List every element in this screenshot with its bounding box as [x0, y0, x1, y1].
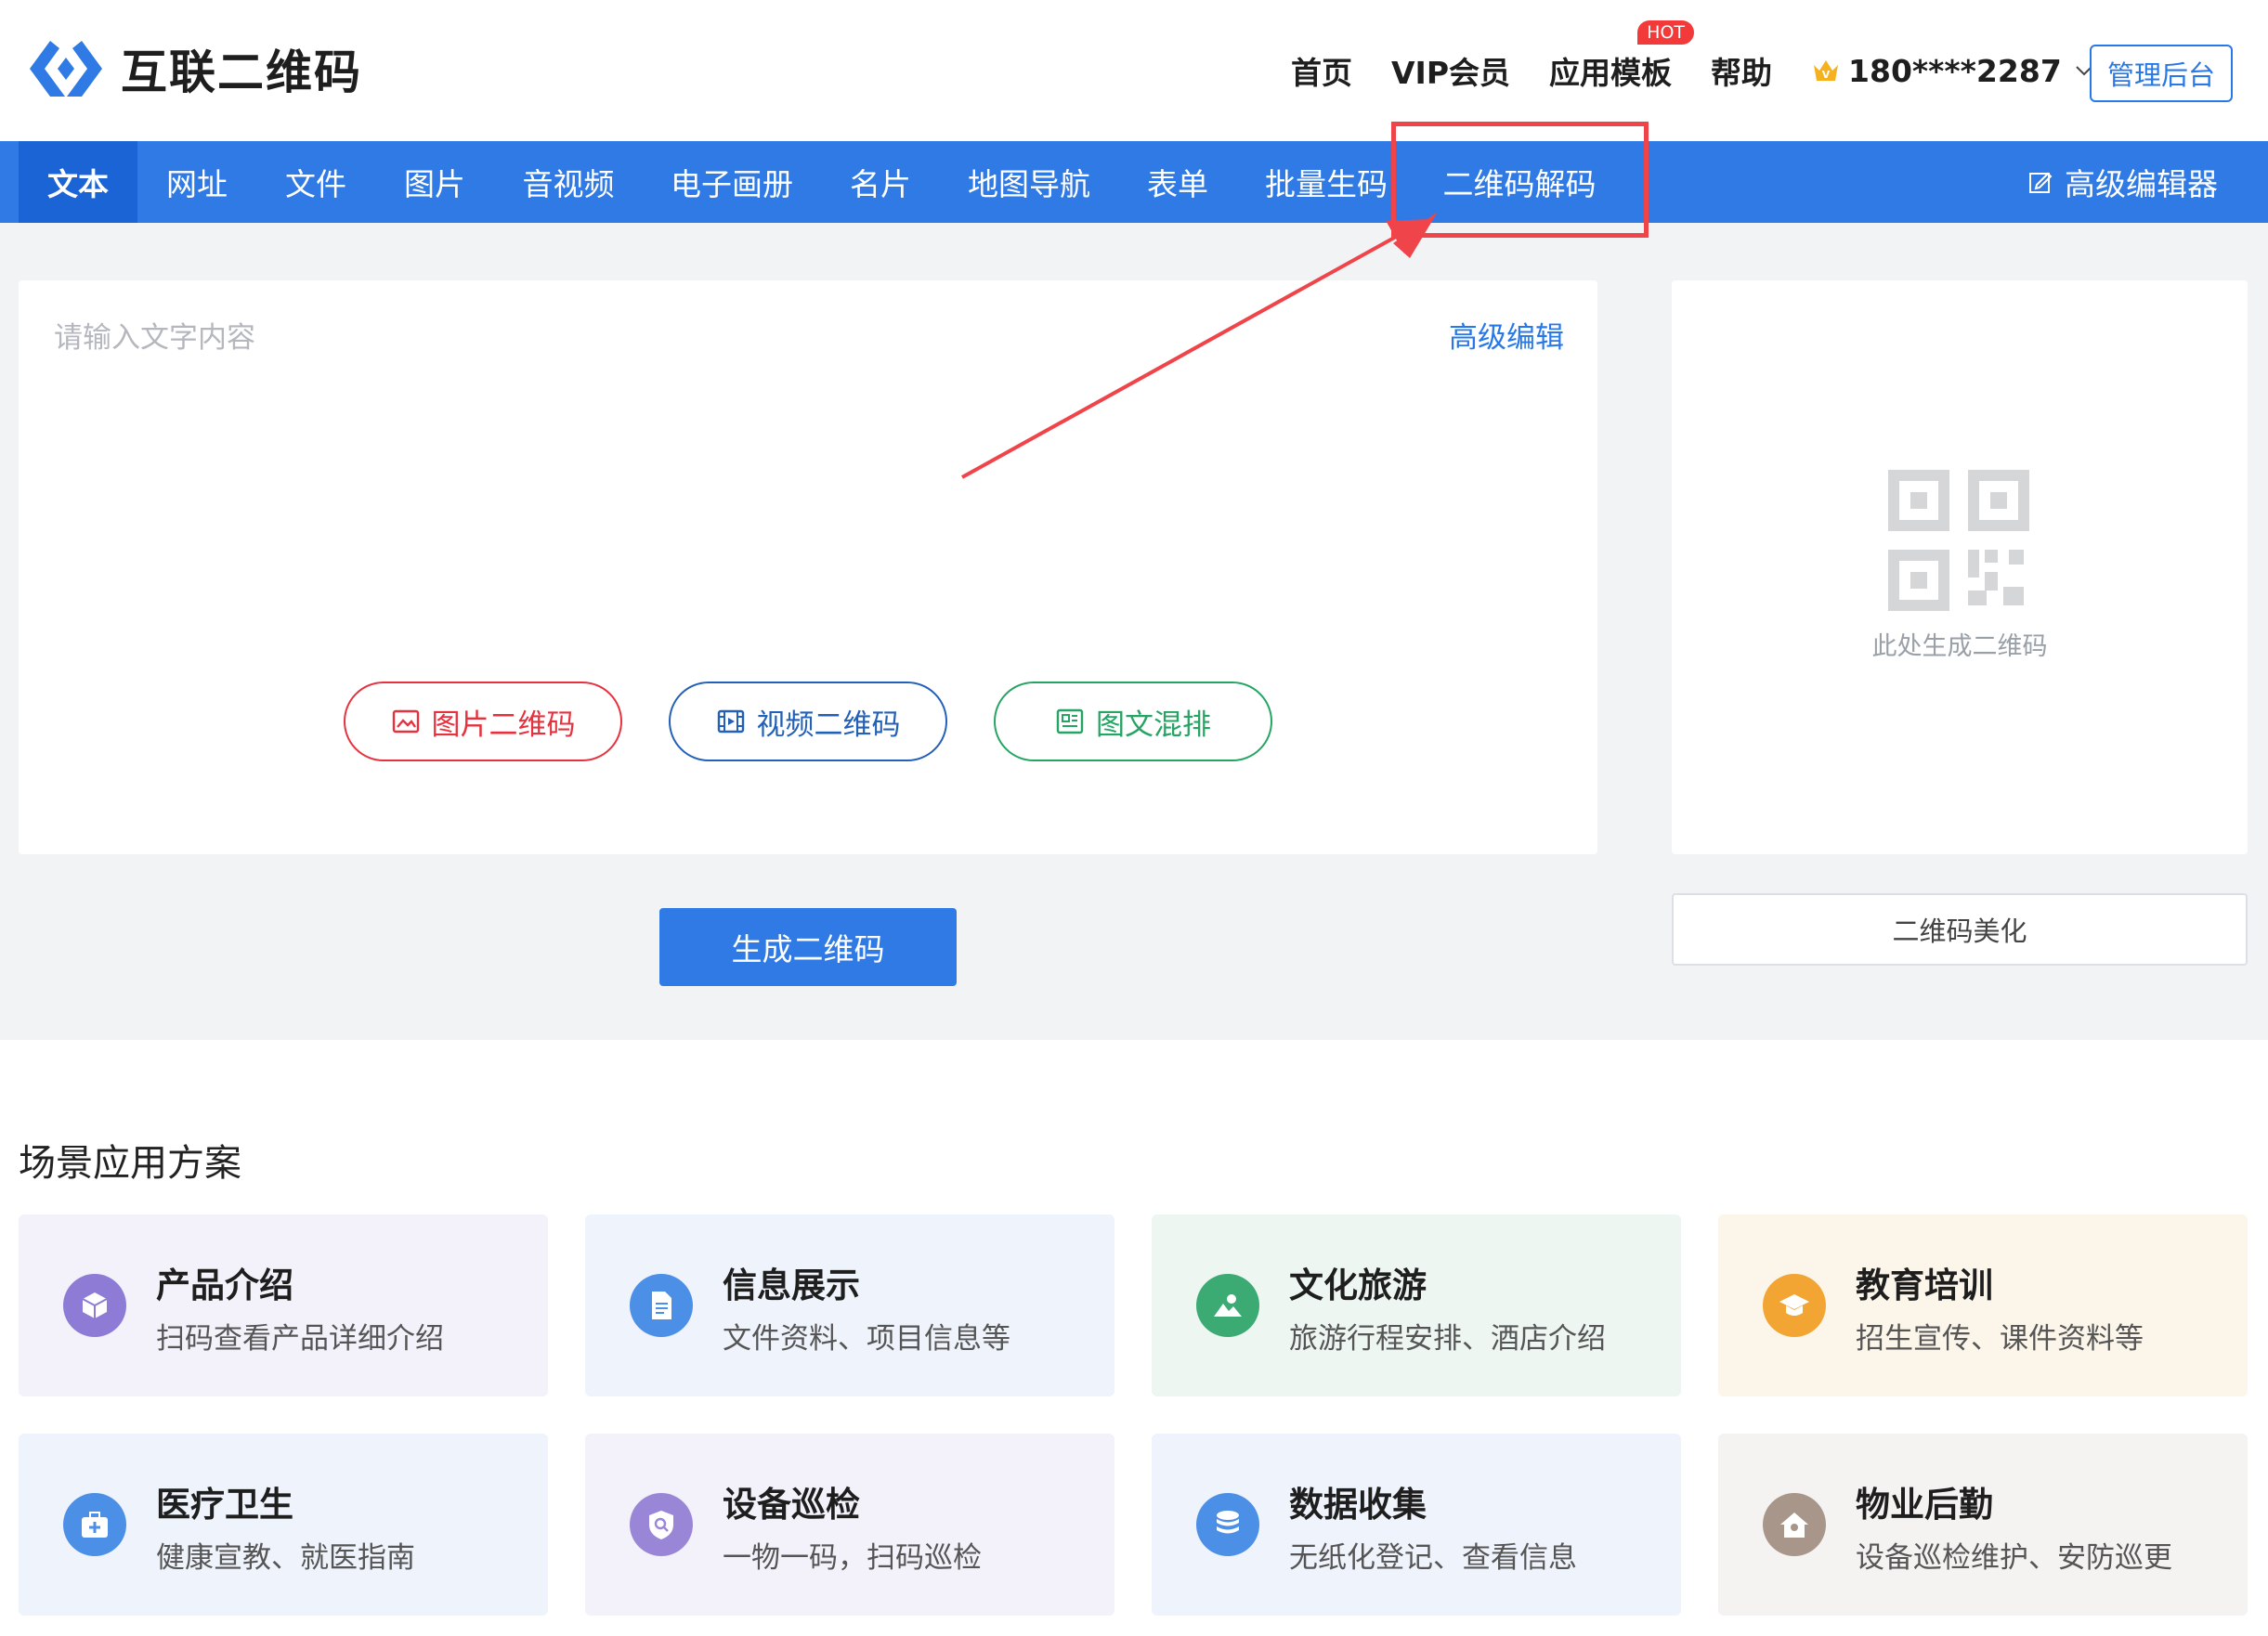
text-editor[interactable]: 请输入文字内容 高级编辑 图片二维码 视频二维码 图文混排 — [19, 280, 1597, 854]
scenario-card-desc: 一物一码，扫码巡检 — [723, 1541, 982, 1575]
image-qr-button[interactable]: 图片二维码 — [344, 682, 622, 761]
user-phone: 180****2287 — [1848, 52, 2062, 89]
scenario-card-title: 产品介绍 — [156, 1266, 293, 1305]
tab-ebook[interactable]: 电子画册 — [643, 141, 821, 223]
svg-text:V: V — [1822, 69, 1831, 81]
scenario-card[interactable]: 数据收集无纸化登记、查看信息 — [1152, 1434, 1681, 1616]
highlight-box — [1391, 122, 1649, 238]
scenario-card-desc: 扫码查看产品详细介绍 — [156, 1322, 444, 1356]
main-area: 请输入文字内容 高级编辑 图片二维码 视频二维码 图文混排 生成二维码 此处生成… — [0, 223, 2268, 1040]
scenario-card-title: 数据收集 — [1289, 1485, 1427, 1525]
scenario-card-desc: 设备巡检维护、安防巡更 — [1856, 1541, 2172, 1575]
scenario-card[interactable]: 信息展示文件资料、项目信息等 — [585, 1214, 1114, 1396]
generate-qr-button[interactable]: 生成二维码 — [659, 908, 957, 986]
tab-map[interactable]: 地图导航 — [940, 141, 1118, 223]
logo-icon — [30, 41, 102, 97]
mixed-layout-button[interactable]: 图文混排 — [994, 682, 1272, 761]
logo-text: 互联二维码 — [121, 45, 362, 99]
document-icon — [630, 1274, 693, 1337]
preview-hint: 此处生成二维码 — [1871, 632, 2048, 661]
beautify-button[interactable]: 二维码美化 — [1672, 893, 2248, 966]
tab-file[interactable]: 文件 — [256, 141, 375, 223]
video-qr-label: 视频二维码 — [756, 708, 901, 742]
scenario-card[interactable]: 文化旅游旅游行程安排、酒店介绍 — [1152, 1214, 1681, 1396]
scenario-card[interactable]: 设备巡检一物一码，扫码巡检 — [585, 1434, 1114, 1616]
vip-crown-icon: V — [1814, 60, 1839, 81]
admin-button[interactable]: 管理后台 — [2090, 45, 2233, 102]
tab-url[interactable]: 网址 — [137, 141, 256, 223]
logo[interactable]: 互联二维码 — [22, 33, 362, 104]
video-icon — [717, 709, 744, 734]
scenario-card-desc: 无纸化登记、查看信息 — [1289, 1541, 1577, 1575]
landscape-icon — [1196, 1274, 1259, 1337]
graduation-cap-icon — [1763, 1274, 1826, 1337]
scenario-card-title: 医疗卫生 — [156, 1485, 293, 1525]
nav-help[interactable]: 帮助 — [1711, 48, 1772, 93]
shield-search-icon — [630, 1493, 693, 1556]
editor-placeholder: 请输入文字内容 — [54, 321, 255, 355]
scenario-card-desc: 招生宣传、课件资料等 — [1856, 1322, 2144, 1356]
tab-audio-video[interactable]: 音视频 — [494, 141, 643, 223]
scenario-card-title: 物业后勤 — [1856, 1485, 1993, 1525]
top-nav: 首页 VIP会员 应用模板 HOT 帮助 V 180****2287 — [1291, 20, 2132, 93]
article-icon — [1056, 708, 1084, 734]
tab-bar: 文本 网址 文件 图片 音视频 电子画册 名片 地图导航 表单 批量生码 二维码… — [0, 141, 2268, 223]
scenario-card-title: 教育培训 — [1856, 1266, 1993, 1305]
qr-placeholder-icon — [1888, 470, 2029, 611]
scenario-card[interactable]: 医疗卫生健康宣教、就医指南 — [19, 1434, 548, 1616]
user-menu[interactable]: V 180****2287 — [1811, 53, 2095, 89]
nav-vip[interactable]: VIP会员 — [1391, 48, 1510, 93]
tab-form[interactable]: 表单 — [1118, 141, 1237, 223]
scenario-card[interactable]: 教育培训招生宣传、课件资料等 — [1718, 1214, 2248, 1396]
nav-templates[interactable]: 应用模板 HOT — [1549, 20, 1695, 93]
scenario-card-desc: 旅游行程安排、酒店介绍 — [1289, 1322, 1606, 1356]
mixed-layout-label: 图文混排 — [1096, 708, 1211, 742]
tab-image[interactable]: 图片 — [375, 141, 494, 223]
advanced-editor-link[interactable]: 高级编辑器 — [2027, 141, 2218, 223]
tab-batch[interactable]: 批量生码 — [1237, 141, 1415, 223]
scenario-card[interactable]: 物业后勤设备巡检维护、安防巡更 — [1718, 1434, 2248, 1616]
tab-business-card[interactable]: 名片 — [821, 141, 940, 223]
advanced-edit-link[interactable]: 高级编辑 — [1449, 314, 1564, 356]
scenario-card-title: 文化旅游 — [1289, 1266, 1427, 1305]
scenario-title: 场景应用方案 — [19, 1142, 241, 1185]
site-header: 互联二维码 首页 VIP会员 应用模板 HOT 帮助 V 180****2287… — [0, 0, 2268, 141]
scenario-card-desc: 文件资料、项目信息等 — [723, 1322, 1010, 1356]
medical-kit-icon — [63, 1493, 126, 1556]
advanced-editor-label: 高级编辑器 — [2065, 166, 2218, 202]
edit-icon — [2029, 172, 2053, 193]
image-qr-label: 图片二维码 — [431, 708, 576, 742]
image-icon — [392, 709, 419, 734]
scenario-card-title: 信息展示 — [723, 1266, 860, 1305]
scenario-card[interactable]: 产品介绍扫码查看产品详细介绍 — [19, 1214, 548, 1396]
database-icon — [1196, 1493, 1259, 1556]
nav-home[interactable]: 首页 — [1291, 48, 1352, 93]
house-icon — [1763, 1493, 1826, 1556]
scenario-card-title: 设备巡检 — [723, 1485, 860, 1525]
hot-badge: HOT — [1637, 20, 1695, 45]
nav-templates-label: 应用模板 — [1549, 55, 1673, 91]
tab-text[interactable]: 文本 — [19, 141, 137, 223]
video-qr-button[interactable]: 视频二维码 — [669, 682, 947, 761]
scenario-card-desc: 健康宣教、就医指南 — [156, 1541, 415, 1575]
cube-icon — [63, 1274, 126, 1337]
qr-preview: 此处生成二维码 — [1672, 280, 2248, 854]
